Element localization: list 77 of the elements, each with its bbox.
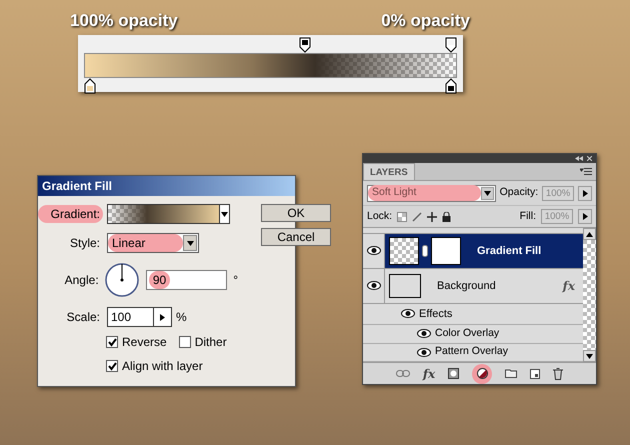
lock-icon[interactable]: [442, 212, 452, 222]
color-stop-icon[interactable]: [445, 78, 457, 94]
eye-icon[interactable]: [366, 281, 380, 290]
arrow-button[interactable]: [578, 186, 592, 200]
unit-label: %: [176, 309, 187, 326]
checkbox-label: Reverse: [122, 334, 167, 351]
scale-input[interactable]: 100: [107, 307, 172, 327]
field-label: Scale:: [66, 309, 101, 326]
scroll-down-icon: [586, 352, 593, 360]
field-label: Angle:: [64, 272, 100, 289]
trash-icon[interactable]: [553, 368, 564, 380]
eye-icon[interactable]: [417, 348, 431, 357]
effect-name: Effects: [419, 306, 452, 322]
lock-transparency-icon[interactable]: [397, 212, 408, 222]
unit-label: °: [233, 272, 238, 289]
field-label: Opacity:: [500, 185, 538, 200]
adjustment-layer-button[interactable]: [472, 364, 492, 384]
effect-row[interactable]: Effects: [363, 304, 583, 326]
arrow-icon: [582, 213, 588, 220]
dialog-button[interactable]: Cancel: [261, 228, 331, 246]
close-icon[interactable]: [587, 156, 592, 161]
chain-link-icon: [422, 244, 428, 257]
arrow-icon: [582, 190, 589, 196]
gradient-picker[interactable]: [107, 204, 230, 224]
layer-name: Gradient Fill: [477, 244, 542, 259]
color-stop-icon[interactable]: [445, 37, 457, 53]
dialog-button[interactable]: OK: [261, 204, 331, 222]
gradient-thumbnail: [389, 236, 419, 265]
checkbox[interactable]: [106, 336, 118, 348]
checkbox[interactable]: [178, 336, 191, 348]
field-label: Style:: [68, 235, 101, 252]
effect-name: Color Overlay: [435, 326, 500, 341]
panel-tab[interactable]: LAYERS: [363, 163, 415, 180]
dropdown-arrow-icon: [186, 240, 194, 246]
blend-mode-dropdown[interactable]: Soft Light: [367, 184, 496, 202]
eye-icon[interactable]: [417, 329, 431, 338]
field-label: Lock:: [367, 208, 392, 224]
color-stop-icon[interactable]: [299, 37, 311, 53]
angle-input[interactable]: 90: [146, 270, 228, 290]
mask-icon[interactable]: [448, 368, 460, 379]
panel-menu-icon[interactable]: [580, 168, 592, 175]
move-icon[interactable]: [427, 212, 438, 222]
brush-icon[interactable]: [412, 212, 422, 222]
half-circle-icon: [476, 368, 488, 379]
arrow-button[interactable]: [578, 209, 592, 224]
field-label: Gradient:: [38, 205, 103, 223]
dropdown-arrow-icon: [221, 210, 228, 218]
collapse-icon[interactable]: [575, 156, 583, 161]
dialog-title: Gradient Fill: [38, 176, 295, 196]
eye-icon[interactable]: [366, 246, 380, 256]
fx-label: fx: [562, 278, 575, 295]
dropdown-arrow-icon: [484, 190, 491, 196]
layer-row[interactable]: Gradient Fill: [363, 234, 583, 269]
opacity-label: 100% opacity: [70, 10, 178, 32]
slider-arrow-icon: [159, 314, 166, 320]
style-dropdown[interactable]: Linear: [107, 233, 199, 253]
color-stop-icon[interactable]: [84, 78, 96, 94]
eye-icon[interactable]: [401, 309, 415, 318]
layer-thumbnail: [389, 274, 421, 298]
new-layer-icon[interactable]: [530, 368, 540, 378]
scrollbar[interactable]: [583, 228, 596, 362]
layer-row[interactable]: Background fx: [363, 268, 583, 304]
mask-thumbnail: [431, 236, 461, 265]
checkbox[interactable]: [106, 360, 118, 372]
checkbox-label: Align with layer: [122, 358, 203, 375]
fx-button[interactable]: fx: [422, 364, 436, 382]
angle-dial[interactable]: [104, 262, 139, 298]
field-label: Fill:: [520, 208, 536, 224]
effect-row[interactable]: Color Overlay: [363, 325, 583, 344]
layer-name: Background: [437, 278, 497, 294]
effect-name: Pattern Overlay: [435, 344, 508, 360]
folder-icon[interactable]: [505, 369, 518, 378]
checkbox-label: Dither: [194, 334, 227, 351]
scroll-up-icon: [586, 230, 593, 238]
effect-row[interactable]: Pattern Overlay: [363, 344, 583, 362]
link-icon[interactable]: [396, 370, 410, 377]
opacity-label: 0% opacity: [381, 10, 470, 32]
